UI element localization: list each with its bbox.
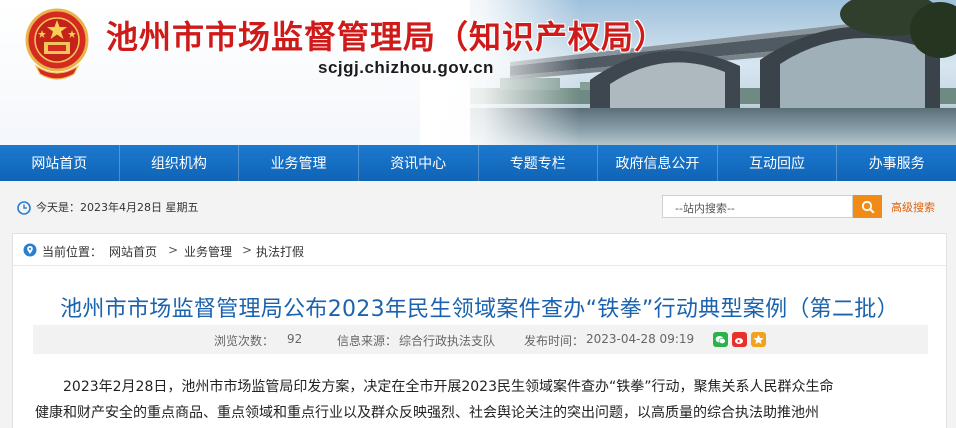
article-meta: 浏览次数： 92 信息来源： 综合行政执法支队 发布时间： 2023-04-28… — [33, 325, 928, 354]
national-emblem-icon — [24, 8, 90, 82]
search-button[interactable] — [853, 195, 882, 218]
nav-item-news[interactable]: 资讯中心 — [359, 145, 479, 181]
nav-item-services[interactable]: 办事服务 — [837, 145, 956, 181]
article-panel: 当前位置： 网站首页 > 业务管理 > 执法打假 池州市市场监督管理局公布202… — [12, 233, 947, 428]
search-icon — [861, 200, 875, 214]
info-bar: 今天是：2023年4月28日 星期五 --站内搜索-- 高级搜索 — [0, 181, 956, 233]
published-label: 发布时间： — [524, 334, 585, 348]
search-placeholder: --站内搜索-- — [675, 202, 735, 215]
source-label: 信息来源： — [337, 334, 398, 348]
source-value: 综合行政执法支队 — [399, 334, 496, 348]
paragraph-line: 健康和财产安全的重点商品、重点领域和重点行业以及群众反映强烈、社会舆论关注的突出… — [35, 405, 819, 421]
breadcrumb-separator: > — [168, 243, 179, 257]
weibo-share-icon[interactable] — [732, 332, 747, 347]
advanced-search-link[interactable]: 高级搜索 — [891, 199, 935, 215]
nav-item-organization[interactable]: 组织机构 — [120, 145, 240, 181]
breadcrumb-business[interactable]: 业务管理 — [184, 243, 232, 260]
current-date: 今天是：2023年4月28日 星期五 — [36, 201, 199, 214]
published-value: 2023-04-28 09:19 — [586, 332, 695, 346]
breadcrumb-enforcement[interactable]: 执法打假 — [256, 243, 304, 260]
breadcrumb-label: 当前位置： — [42, 245, 103, 259]
nav-item-topics[interactable]: 专题专栏 — [479, 145, 599, 181]
search-input[interactable]: --站内搜索-- — [662, 195, 853, 218]
views-label: 浏览次数： — [214, 334, 275, 348]
article-body: 2023年2月28日，池州市市场监管局印发方案，决定在全市开展2023民生领域案… — [35, 374, 935, 426]
site-url: scjgj.chizhou.gov.cn — [318, 58, 494, 77]
main-nav: 网站首页 组织机构 业务管理 资讯中心 专题专栏 政府信息公开 互动回应 办事服… — [0, 145, 956, 181]
nav-item-gov-info[interactable]: 政府信息公开 — [598, 145, 718, 181]
breadcrumb-home[interactable]: 网站首页 — [109, 243, 157, 260]
location-pin-icon — [23, 243, 37, 257]
paragraph-line: 2023年2月28日，池州市市场监管局印发方案，决定在全市开展2023民生领域案… — [63, 379, 834, 395]
views-count: 92 — [287, 332, 303, 346]
nav-item-interaction[interactable]: 互动回应 — [718, 145, 838, 181]
article-title: 池州市市场监督管理局公布2023年民生领域案件查办“铁拳”行动典型案例（第二批） — [60, 297, 899, 322]
header-banner: 池州市市场监督管理局（知识产权局） scjgj.chizhou.gov.cn — [0, 0, 956, 145]
clock-icon — [17, 200, 31, 215]
breadcrumb: 当前位置： 网站首页 > 业务管理 > 执法打假 — [13, 234, 946, 266]
nav-item-home[interactable]: 网站首页 — [0, 145, 120, 181]
wechat-share-icon[interactable] — [713, 332, 728, 347]
breadcrumb-separator: > — [242, 243, 253, 257]
qzone-share-icon[interactable] — [751, 332, 766, 347]
site-title: 池州市市场监督管理局（知识产权局） — [106, 18, 668, 56]
nav-item-business[interactable]: 业务管理 — [239, 145, 359, 181]
